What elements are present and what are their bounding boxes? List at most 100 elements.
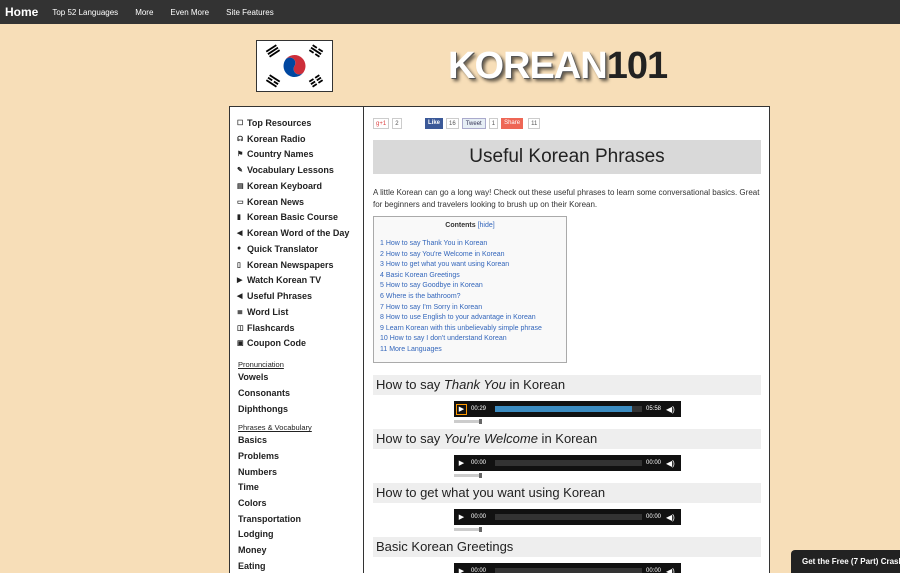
- tweet-button[interactable]: Tweet: [461, 118, 486, 129]
- crash-course-banner[interactable]: Get the Free (7 Part) Crash: [791, 550, 900, 573]
- sidebar-sub-link[interactable]: Transportation: [238, 512, 363, 528]
- sidebar-link[interactable]: ≣ Word List: [237, 304, 363, 320]
- volume-icon: ◀: [237, 293, 243, 301]
- share-button[interactable]: Share: [501, 118, 524, 129]
- sidebar-link[interactable]: ✎ Vocabulary Lessons: [237, 162, 363, 178]
- sidebar-sub-link[interactable]: Numbers: [238, 465, 363, 481]
- sidebar-link[interactable]: ▯ Korean Newspapers: [237, 257, 363, 273]
- audio-player: ▶ 00:00 00:00 ◀): [454, 563, 681, 573]
- coupon-icon: ▣: [237, 340, 244, 348]
- volume-icon[interactable]: ◀): [666, 567, 678, 573]
- current-time: 00:00: [471, 568, 487, 573]
- sidebar-link[interactable]: ▮ Korean Basic Course: [237, 210, 363, 226]
- sidebar-link-label: Useful Phrases: [247, 291, 313, 302]
- sidebar-sub-link[interactable]: Colors: [238, 496, 363, 512]
- toc-item[interactable]: 7 How to say I'm Sorry in Korean: [380, 303, 560, 314]
- sidebar-link-label: Word List: [247, 306, 289, 317]
- sidebar-link[interactable]: ☐ Top Resources: [237, 115, 363, 131]
- gplus-button[interactable]: g+1: [373, 118, 390, 129]
- sidebar-sub-link[interactable]: Time: [238, 480, 363, 496]
- toc-item[interactable]: 9 Learn Korean with this unbelievably si…: [380, 324, 560, 335]
- nav-home-link[interactable]: Home: [5, 5, 38, 19]
- nav-top-languages[interactable]: Top 52 Languages: [52, 8, 118, 17]
- toc-item[interactable]: 10 How to say I don't understand Korean: [380, 334, 560, 345]
- sidebar-link[interactable]: ◫ Flashcards: [237, 320, 363, 336]
- sidebar-sub-link[interactable]: Diphthongs: [238, 402, 363, 418]
- sidebar-sub-link[interactable]: Eating: [238, 559, 363, 573]
- progress-bar[interactable]: [495, 460, 642, 466]
- volume-slider[interactable]: [454, 527, 482, 532]
- toc-item[interactable]: 6 Where is the bathroom?: [380, 292, 560, 303]
- progress-bar[interactable]: [495, 568, 642, 573]
- section-heading: How to get what you want using Korean: [373, 483, 761, 503]
- progress-bar[interactable]: [495, 406, 642, 412]
- nav-more[interactable]: More: [135, 8, 153, 17]
- toc-item[interactable]: 11 More Languages: [380, 345, 560, 356]
- nav-site-features[interactable]: Site Features: [226, 8, 274, 17]
- sidebar-link[interactable]: ⚑ Country Names: [237, 147, 363, 163]
- volume-icon[interactable]: ◀): [666, 405, 678, 414]
- facebook-like-button[interactable]: Like: [425, 118, 444, 129]
- sidebar-sub-link[interactable]: Basics: [238, 433, 363, 449]
- edit-icon: ✎: [237, 167, 243, 175]
- volume-icon[interactable]: ◀): [666, 459, 678, 468]
- sidebar-link[interactable]: ▤ Korean Keyboard: [237, 178, 363, 194]
- sidebar-link-label: Top Resources: [247, 117, 312, 128]
- sidebar-link-label: Korean Keyboard: [247, 180, 323, 191]
- sidebar-link-label: Coupon Code: [247, 338, 306, 349]
- toc-item[interactable]: 4 Basic Korean Greetings: [380, 271, 560, 282]
- tweet-count: 1: [488, 118, 499, 129]
- sidebar-link[interactable]: ◀ Useful Phrases: [237, 288, 363, 304]
- toc-item[interactable]: 2 How to say You're Welcome in Korean: [380, 250, 560, 261]
- play-icon[interactable]: ▶: [456, 512, 467, 523]
- sidebar-link-label: Flashcards: [247, 322, 295, 333]
- table-of-contents: Contents [hide] 1 How to say Thank You i…: [373, 216, 567, 363]
- volume-slider[interactable]: [454, 473, 482, 478]
- like-count: 16: [446, 118, 459, 129]
- heading-emphasis: You're Welcome: [443, 431, 538, 446]
- volume-icon[interactable]: ◀): [666, 513, 678, 522]
- toc-item[interactable]: 8 How to use English to your advantage i…: [380, 313, 560, 324]
- sidebar-sub-link[interactable]: Problems: [238, 449, 363, 465]
- flag-icon: ⚑: [237, 151, 244, 159]
- sidebar-link[interactable]: ☊ Korean Radio: [237, 131, 363, 147]
- volume-slider[interactable]: [454, 419, 482, 424]
- toc-hide-link[interactable]: [hide]: [478, 222, 495, 229]
- site-logo[interactable]: KOREAN101: [448, 44, 668, 88]
- audio-player: ▶ 00:29 05:58 ◀): [454, 401, 681, 417]
- sidebar-link[interactable]: ◀ Korean Word of the Day: [237, 225, 363, 241]
- toc-item[interactable]: 3 How to get what you want using Korean: [380, 260, 560, 271]
- play-icon[interactable]: ▶: [456, 403, 467, 415]
- sidebar-sub-link[interactable]: Money: [238, 543, 363, 559]
- section-heading: Basic Korean Greetings: [373, 537, 761, 557]
- heading-text: Basic Korean Greetings: [376, 539, 514, 554]
- vocab-heading[interactable]: Phrases & Vocabulary: [238, 422, 363, 433]
- progress-bar[interactable]: [495, 514, 642, 520]
- sidebar-link-label: Country Names: [247, 149, 314, 160]
- heading-text: How to get what you want using Korean: [376, 485, 606, 500]
- play-icon[interactable]: ▶: [456, 566, 467, 573]
- sidebar-link-label: Watch Korean TV: [247, 275, 322, 286]
- sidebar-link[interactable]: ▣ Coupon Code: [237, 336, 363, 352]
- toc-item[interactable]: 5 How to say Goodbye in Korean: [380, 281, 560, 292]
- play-icon[interactable]: ▶: [456, 458, 467, 469]
- share-count: 11: [528, 118, 541, 129]
- book-icon: ▮: [237, 214, 241, 222]
- korea-flag-icon: [256, 40, 333, 92]
- sidebar-sub-link[interactable]: Vowels: [238, 370, 363, 386]
- progress-fill: [495, 406, 632, 412]
- heading-text: How to say: [376, 431, 444, 446]
- sidebar-sub-link[interactable]: Lodging: [238, 527, 363, 543]
- sidebar-link-label: Korean Newspapers: [247, 259, 334, 270]
- pronunciation-heading[interactable]: Pronunciation: [238, 359, 363, 370]
- sidebar-link[interactable]: ▶ Watch Korean TV: [237, 273, 363, 289]
- current-time: 00:00: [471, 514, 487, 520]
- current-time: 00:29: [471, 406, 487, 412]
- sidebar-link[interactable]: ● Quick Translator: [237, 241, 363, 257]
- nav-even-more[interactable]: Even More: [170, 8, 209, 17]
- sidebar-link-label: Korean Word of the Day: [247, 228, 350, 239]
- sidebar-sub-link[interactable]: Consonants: [238, 386, 363, 402]
- toc-item[interactable]: 1 How to say Thank You in Korean: [380, 239, 560, 250]
- sidebar-link[interactable]: ▭ Korean News: [237, 194, 363, 210]
- current-time: 00:00: [471, 460, 487, 466]
